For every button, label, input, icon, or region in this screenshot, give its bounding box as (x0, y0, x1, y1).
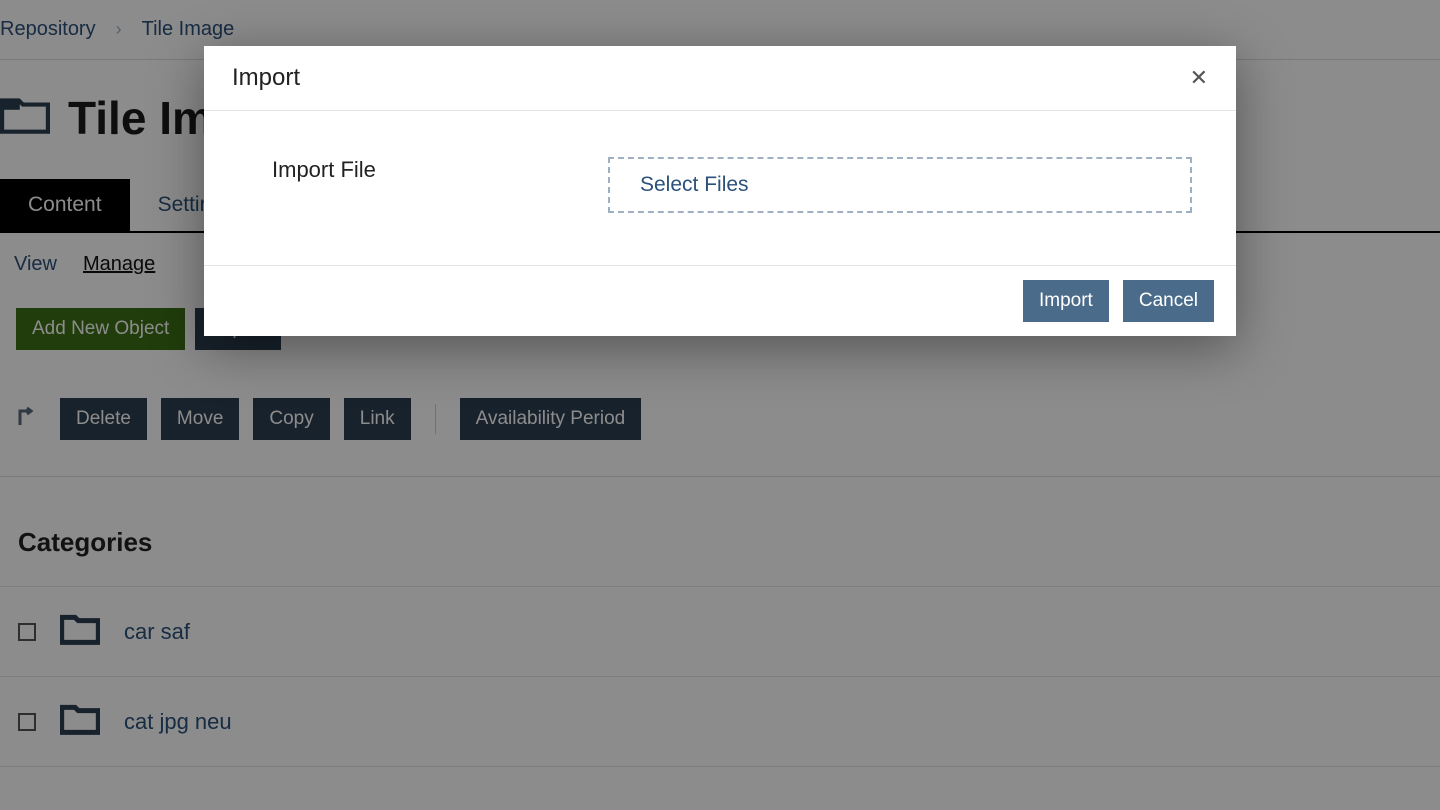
dialog-header: Import ✕ (204, 46, 1236, 111)
dialog-cancel-button[interactable]: Cancel (1123, 280, 1214, 322)
dialog-title: Import (232, 64, 300, 92)
dialog-footer: Import Cancel (204, 266, 1236, 336)
import-file-label: Import File (248, 157, 568, 183)
modal-overlay[interactable]: Import ✕ Import File Select Files Import… (0, 0, 1440, 810)
dialog-body: Import File Select Files (204, 111, 1236, 266)
file-dropzone[interactable]: Select Files (608, 157, 1192, 213)
close-icon[interactable]: ✕ (1190, 65, 1208, 91)
select-files-button[interactable]: Select Files (640, 173, 749, 197)
import-dialog: Import ✕ Import File Select Files Import… (204, 46, 1236, 336)
dialog-import-button[interactable]: Import (1023, 280, 1109, 322)
